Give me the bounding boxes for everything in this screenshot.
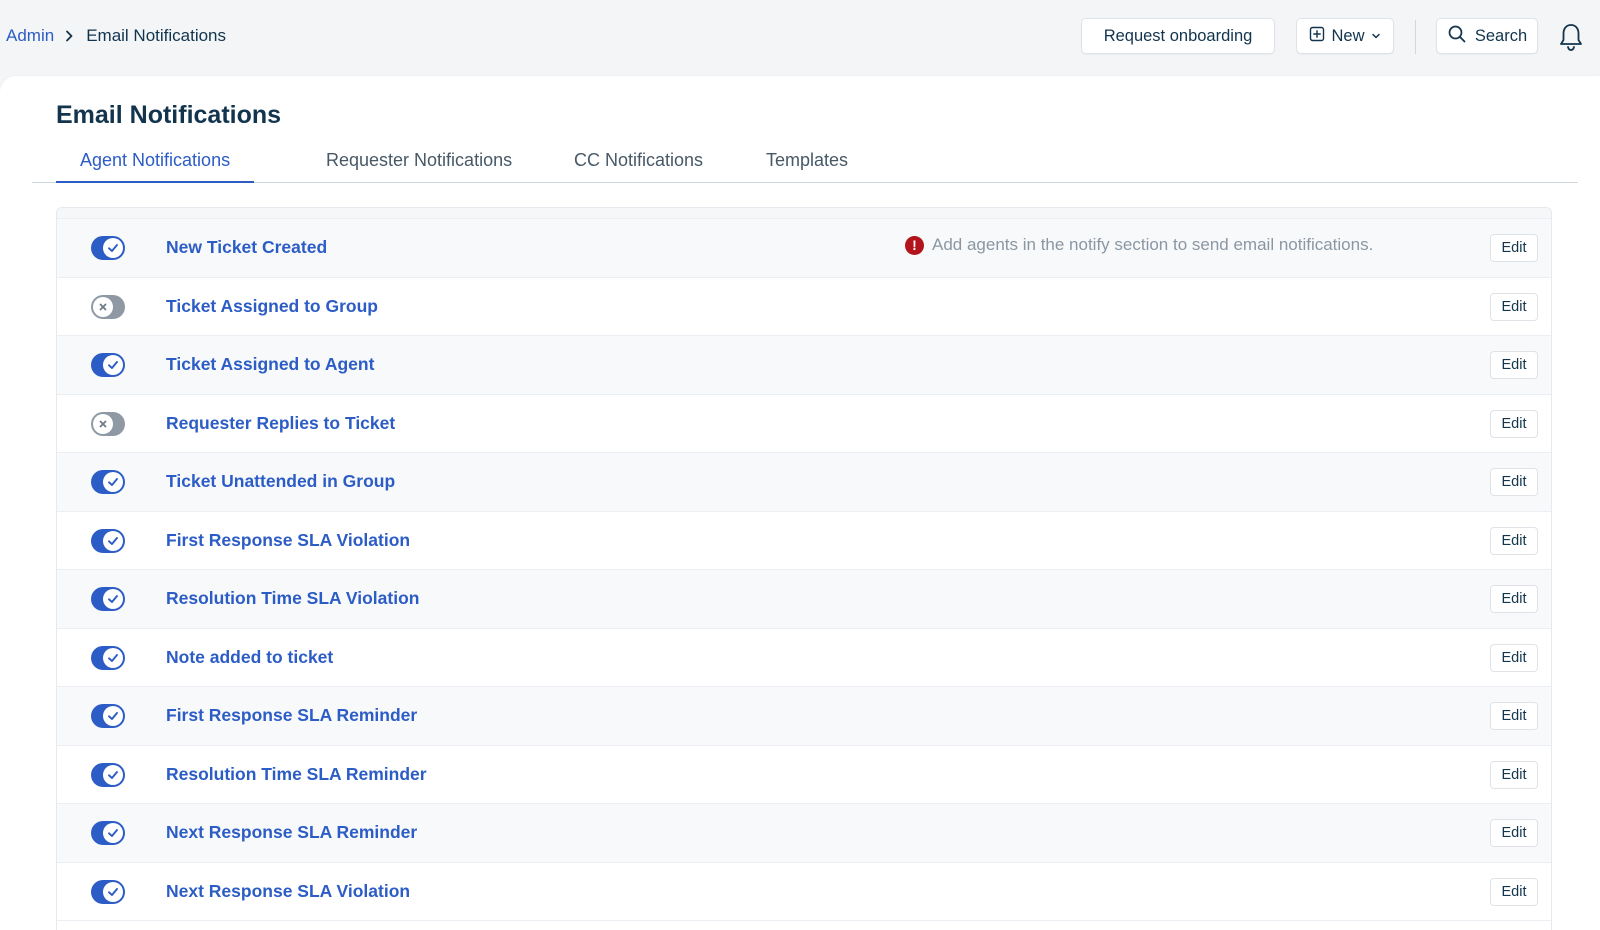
- notification-row: Next Response SLA Violation Edit: [57, 862, 1551, 921]
- notification-title-link[interactable]: Requester Replies to Ticket: [166, 413, 395, 434]
- request-onboarding-button[interactable]: Request onboarding: [1081, 18, 1275, 54]
- check-icon: [103, 706, 123, 726]
- edit-button[interactable]: Edit: [1490, 409, 1538, 438]
- edit-button[interactable]: Edit: [1490, 526, 1538, 555]
- notification-toggle[interactable]: [91, 236, 125, 260]
- request-onboarding-label: Request onboarding: [1103, 26, 1253, 45]
- edit-button[interactable]: Edit: [1490, 468, 1538, 496]
- edit-button[interactable]: Edit: [1490, 702, 1538, 730]
- edit-button[interactable]: Edit: [1490, 819, 1538, 847]
- notification-toggle[interactable]: [91, 879, 125, 904]
- tab-bar: Agent Notifications Requester Notificati…: [32, 138, 1578, 183]
- edit-button[interactable]: Edit: [1490, 643, 1538, 672]
- tab-agent-notifications[interactable]: Agent Notifications: [56, 148, 255, 183]
- alert-icon: !: [905, 235, 924, 255]
- notification-title-link[interactable]: Note added to ticket: [166, 647, 333, 668]
- notification-title-link[interactable]: Ticket Assigned to Group: [166, 296, 378, 317]
- notification-row: Requester Replies to Ticket Edit: [57, 394, 1551, 453]
- check-icon: [103, 589, 123, 609]
- check-icon: [103, 472, 123, 492]
- x-icon: [93, 296, 113, 317]
- check-icon: [103, 764, 123, 785]
- notification-title-link[interactable]: First Response SLA Violation: [166, 530, 410, 551]
- notification-toggle[interactable]: [91, 645, 125, 670]
- search-icon: [1447, 24, 1467, 49]
- notification-toggle[interactable]: [91, 411, 125, 436]
- notification-row: First Response SLA Reminder Edit: [57, 687, 1551, 746]
- header-divider: [1415, 20, 1416, 54]
- notification-toggle[interactable]: [91, 470, 125, 494]
- notification-row: Note added to ticket Edit: [57, 628, 1551, 687]
- breadcrumb: Admin Email Notifications: [6, 24, 226, 48]
- notification-toggle[interactable]: [91, 528, 125, 553]
- tab-templates[interactable]: Templates: [742, 148, 872, 183]
- search-button[interactable]: Search: [1436, 18, 1538, 54]
- notification-row: Ticket Assigned to Agent Edit: [57, 336, 1551, 395]
- notification-toggle[interactable]: [91, 704, 125, 728]
- check-icon: [103, 238, 123, 258]
- edit-button[interactable]: Edit: [1490, 351, 1538, 379]
- tab-requester-notifications[interactable]: Requester Notifications: [302, 148, 536, 183]
- top-bar: Admin Email Notifications Request onboar…: [0, 0, 1600, 76]
- x-icon: [93, 413, 113, 434]
- notification-row: Next Response SLA Reminder Edit: [57, 804, 1551, 863]
- edit-button[interactable]: Edit: [1490, 292, 1538, 321]
- notification-list: New Ticket Created! Add agents in the not…: [56, 207, 1552, 930]
- notification-title-link[interactable]: New Ticket Created: [166, 237, 327, 258]
- main-panel: Email Notifications Agent Notifications …: [0, 76, 1600, 930]
- notification-toggle[interactable]: [91, 353, 125, 377]
- notification-row: Resolution Time SLA Violation Edit: [57, 570, 1551, 629]
- notification-title-link[interactable]: Next Response SLA Reminder: [166, 822, 417, 843]
- notification-row: New Ticket Created! Add agents in the not…: [57, 219, 1551, 278]
- notification-title-link[interactable]: Next Response SLA Violation: [166, 881, 410, 902]
- check-icon: [103, 530, 123, 551]
- breadcrumb-admin-link[interactable]: Admin: [6, 26, 54, 46]
- edit-button[interactable]: Edit: [1490, 585, 1538, 613]
- page-title: Email Notifications: [56, 101, 282, 129]
- notification-title-link[interactable]: Ticket Unattended in Group: [166, 471, 395, 492]
- notification-row: Ticket Assigned to Group Edit: [57, 277, 1551, 336]
- check-icon: [103, 647, 123, 668]
- notification-toggle[interactable]: [91, 821, 125, 845]
- search-label: Search: [1474, 26, 1528, 45]
- check-icon: [103, 355, 123, 375]
- plus-square-icon: [1309, 26, 1325, 47]
- check-icon: [103, 823, 123, 843]
- chevron-down-icon: [1371, 27, 1381, 46]
- tab-cc-notifications[interactable]: CC Notifications: [550, 148, 727, 183]
- notification-row: Ticket Unattended in Group Edit: [57, 453, 1551, 512]
- notification-row: Resolution Time SLA Reminder Edit: [57, 745, 1551, 804]
- notification-warning: ! Add agents in the notify section to sen…: [905, 235, 1373, 255]
- notification-toggle[interactable]: [91, 294, 125, 319]
- bell-icon[interactable]: [1556, 20, 1586, 54]
- check-icon: [103, 881, 123, 902]
- edit-button[interactable]: Edit: [1490, 234, 1538, 262]
- edit-button[interactable]: Edit: [1490, 760, 1538, 789]
- chevron-right-icon: [64, 30, 74, 42]
- new-button[interactable]: New: [1296, 18, 1394, 54]
- notification-title-link[interactable]: Ticket Assigned to Agent: [166, 354, 374, 375]
- warning-text: Add agents in the notify section to send…: [932, 235, 1374, 254]
- notification-title-link[interactable]: Resolution Time SLA Violation: [166, 588, 419, 609]
- notification-title-link[interactable]: Resolution Time SLA Reminder: [166, 764, 427, 785]
- notification-title-link[interactable]: First Response SLA Reminder: [166, 705, 417, 726]
- breadcrumb-current: Email Notifications: [86, 26, 227, 45]
- notification-row: First Response SLA Violation Edit: [57, 511, 1551, 570]
- new-label: New: [1331, 26, 1365, 45]
- notification-toggle[interactable]: [91, 587, 125, 611]
- list-header: [57, 208, 1551, 219]
- edit-button[interactable]: Edit: [1490, 877, 1538, 906]
- notification-toggle[interactable]: [91, 762, 125, 787]
